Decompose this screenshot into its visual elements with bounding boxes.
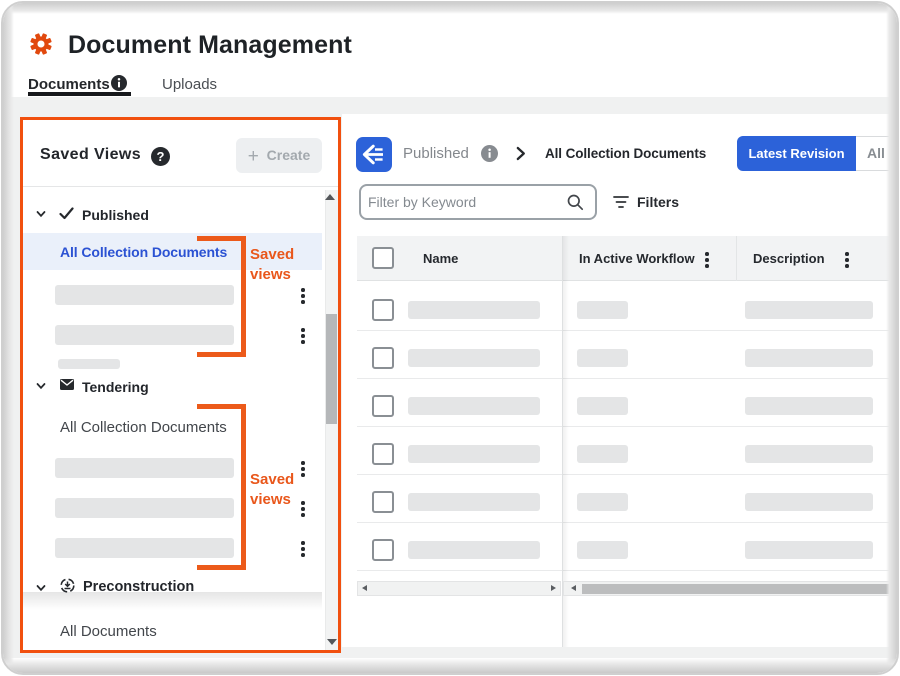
svg-text:?: ? [157,149,165,164]
